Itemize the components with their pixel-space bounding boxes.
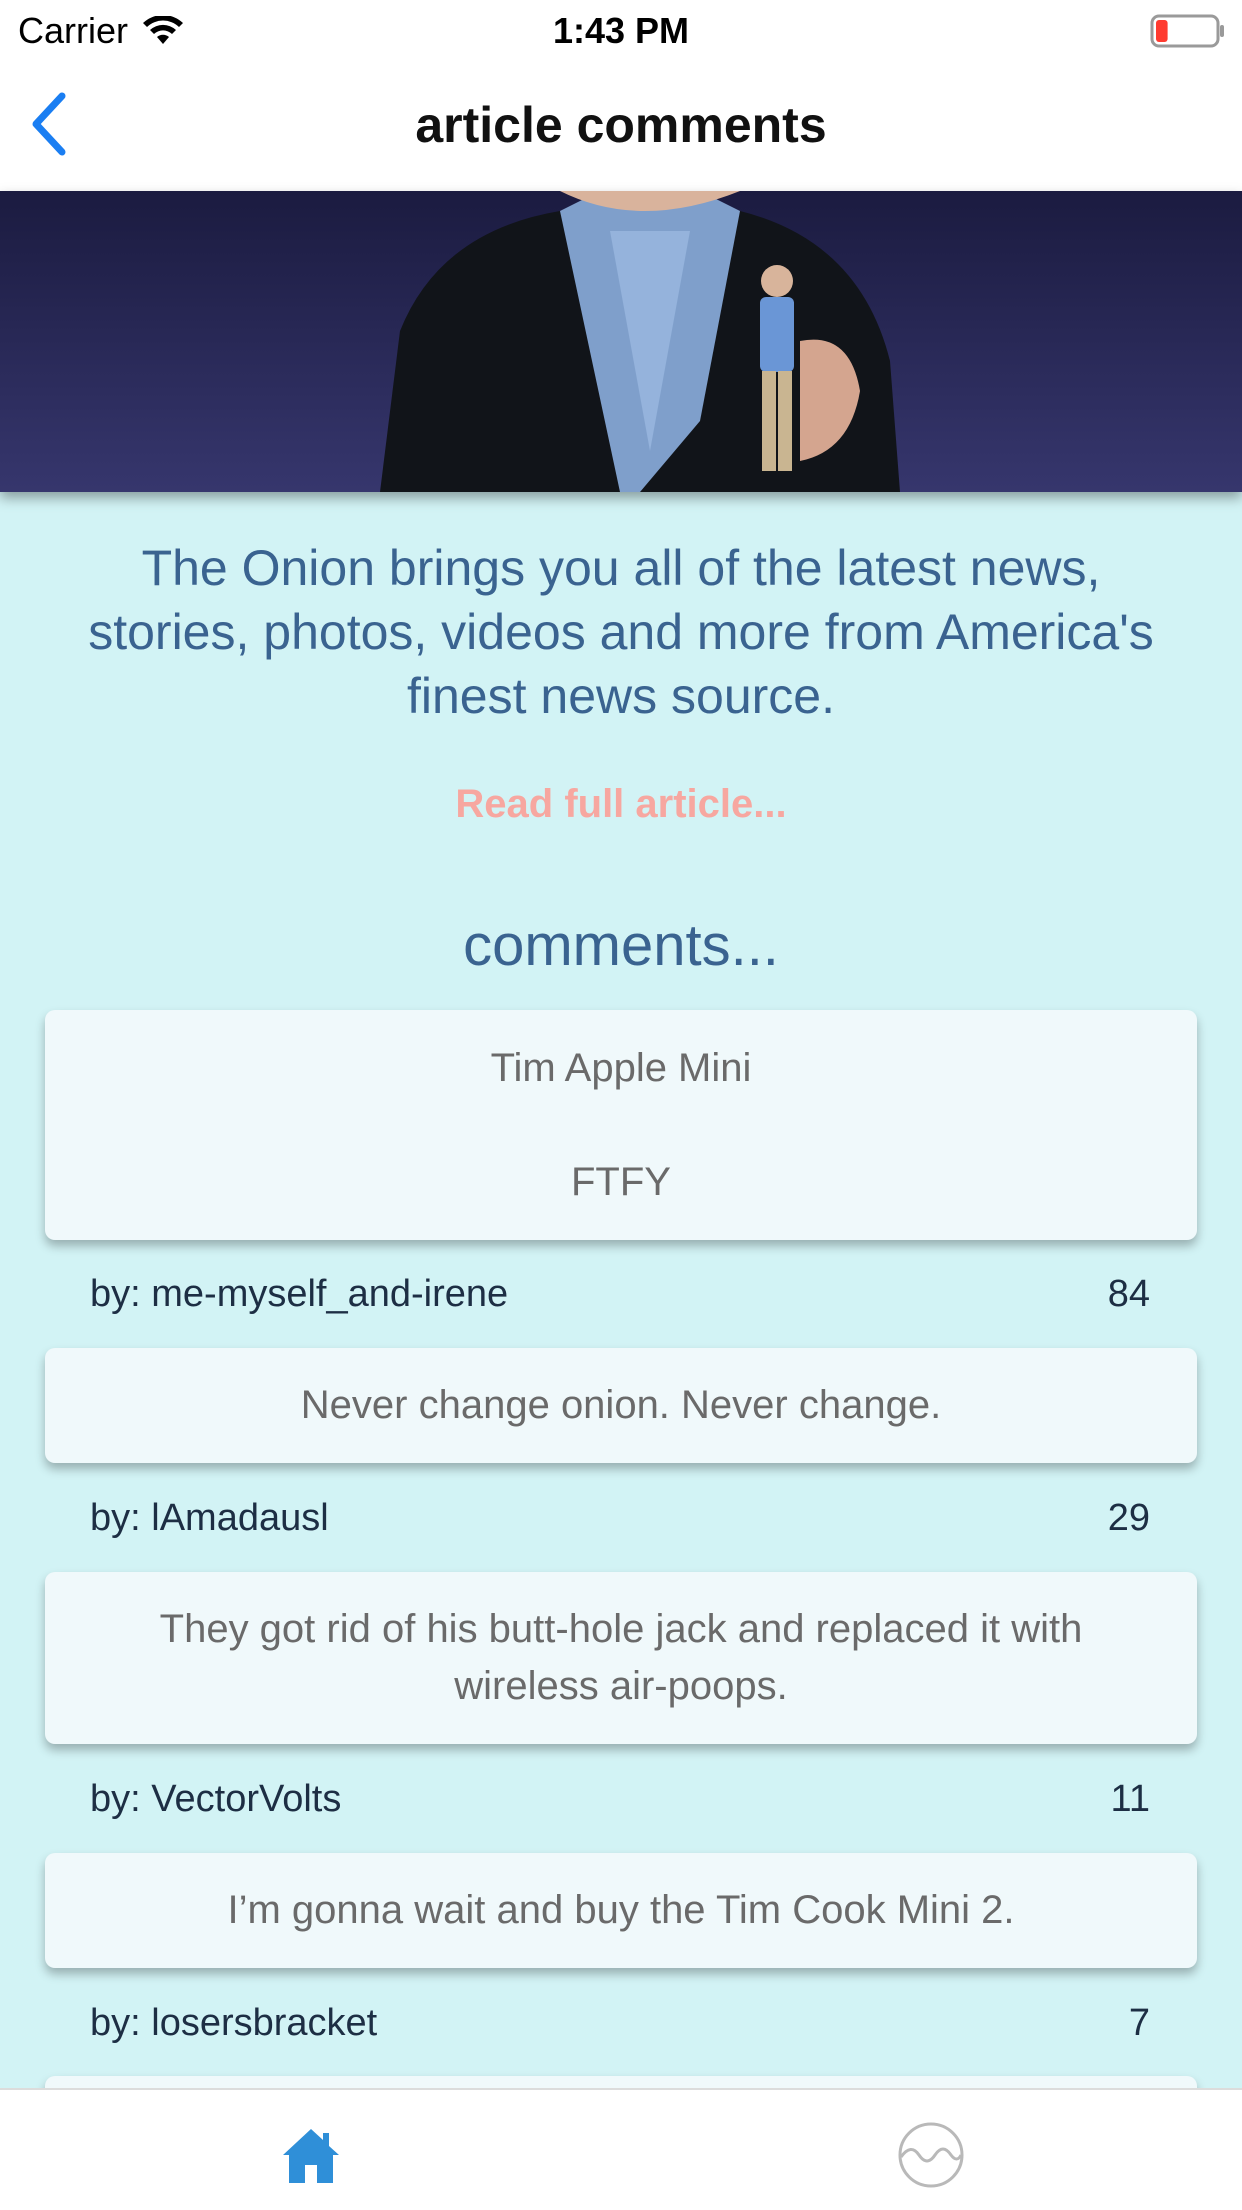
comment-score: 84 <box>1107 1273 1150 1315</box>
comment-author[interactable]: by: VectorVolts <box>90 1778 341 1821</box>
comment-meta: by: lAmadausl 29 <box>90 1497 1150 1540</box>
comment-card: They got rid of his butt-hole jack and r… <box>45 1572 1197 1744</box>
comment-author[interactable]: by: losersbracket <box>90 2002 377 2045</box>
tab-activity[interactable] <box>896 2120 966 2190</box>
comment-author[interactable]: by: me-myself_and-irene <box>90 1273 508 1316</box>
status-time: 1:43 PM <box>552 10 690 51</box>
comments-heading: comments... <box>463 913 779 978</box>
article-summary: The Onion brings you all of the latest n… <box>88 540 1154 724</box>
battery-icon <box>1150 14 1224 48</box>
home-icon <box>283 2129 339 2183</box>
page-title: article comments <box>415 97 827 153</box>
article-photo-illustration <box>0 191 1242 492</box>
comment-meta: by: losersbracket 7 <box>90 2002 1150 2045</box>
comment-author[interactable]: by: lAmadausl <box>90 1497 329 1540</box>
comment-text: Never change onion. Never change. <box>300 1383 942 1427</box>
comment-text: FTFY <box>571 1159 671 1204</box>
read-full-article-link[interactable]: Read full article... <box>0 782 1242 827</box>
comment-blank-line <box>85 1097 1157 1154</box>
wave-circle-icon <box>898 2122 964 2188</box>
tab-home[interactable] <box>276 2120 346 2190</box>
navigation-bar: article comments <box>0 60 1242 191</box>
tab-bar <box>0 2088 1242 2210</box>
comment-card: Tim Apple Mini FTFY <box>45 1010 1197 1240</box>
comment-score: 29 <box>1107 1497 1150 1539</box>
comment-card: I’m gonna wait and buy the Tim Cook Mini… <box>45 1853 1197 1968</box>
comment-text: I’m gonna wait and buy the Tim Cook Mini… <box>227 1888 1015 1932</box>
article-photo <box>0 191 1242 492</box>
comment-text: They got rid of his butt-hole jack and r… <box>159 1607 1083 1708</box>
comment-text: Tim Apple Mini <box>490 1045 752 1090</box>
comment-meta: by: VectorVolts 11 <box>90 1778 1150 1821</box>
comment-card: Never change onion. Never change. <box>45 1348 1197 1463</box>
status-bar: Carrier 1:43 PM <box>0 0 1242 60</box>
comment-score: 11 <box>1110 1778 1150 1820</box>
comment-meta: by: me-myself_and-irene 84 <box>90 1273 1150 1316</box>
comment-score: 7 <box>1128 2002 1150 2044</box>
